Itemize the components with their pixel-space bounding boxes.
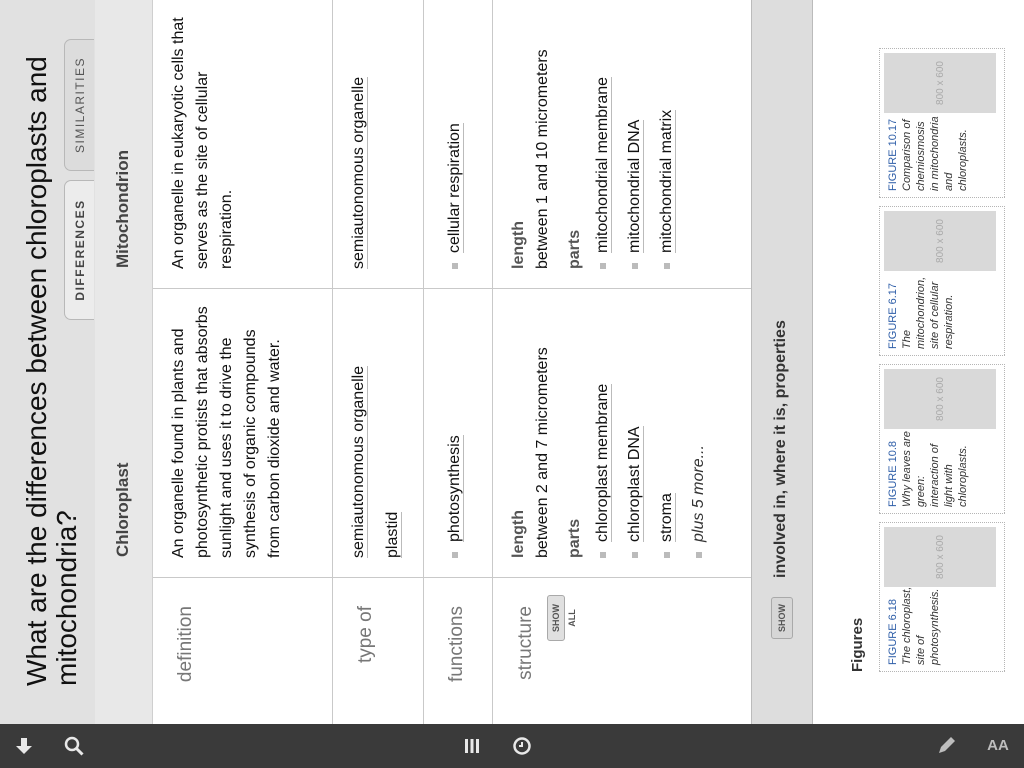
figure-link[interactable]: FIGURE 10.17 bbox=[887, 119, 899, 191]
chloroplast-parts: chloroplast membrane chloroplast DNA str… bbox=[587, 303, 715, 558]
part-link[interactable]: mitochondrial matrix bbox=[658, 109, 676, 253]
column-header-mitochondrion: Mitochondrion bbox=[95, 0, 153, 289]
list-item: chloroplast membrane bbox=[587, 303, 619, 558]
list-icon[interactable] bbox=[458, 732, 486, 760]
column-divider bbox=[153, 288, 751, 289]
list-item: mitochondrial matrix bbox=[651, 14, 683, 269]
figure-link[interactable]: FIGURE 6.17 bbox=[887, 283, 899, 349]
figure-card[interactable]: FIGURE 10.17 Comparison of chemiosmosis … bbox=[879, 48, 1005, 198]
type-link[interactable]: semiautonomous organelle bbox=[350, 76, 368, 269]
bottom-toolbar: AA bbox=[0, 724, 1024, 768]
type-link[interactable]: plastid bbox=[384, 511, 402, 558]
thumbnail-size: 800 x 600 bbox=[934, 535, 946, 579]
function-link[interactable]: cellular respiration bbox=[446, 123, 464, 253]
figure-thumbnail[interactable]: 800 x 600 bbox=[884, 53, 996, 113]
function-link[interactable]: photosynthesis bbox=[446, 435, 464, 542]
search-icon[interactable] bbox=[60, 732, 88, 760]
column-header-chloroplast: Chloroplast bbox=[95, 289, 153, 578]
mitochondrion-definition: An organelle in eukaryotic cells that se… bbox=[170, 17, 235, 269]
figure-caption-text: Why leaves are green: interaction of lig… bbox=[901, 431, 969, 507]
figure-caption: FIGURE 6.17 The mitochondrion, site of c… bbox=[886, 269, 956, 349]
figure-caption: FIGURE 10.17 Comparison of chemiosmosis … bbox=[886, 111, 970, 191]
row-label-definition: definition bbox=[175, 606, 196, 683]
list-item: cellular respiration bbox=[439, 14, 471, 269]
part-link[interactable]: chloroplast DNA bbox=[626, 426, 644, 542]
list-item: stroma bbox=[651, 303, 683, 558]
thumbnail-size: 800 x 600 bbox=[934, 377, 946, 421]
parts-label: parts bbox=[566, 229, 583, 269]
figure-link[interactable]: FIGURE 6.18 bbox=[887, 599, 899, 665]
chloroplast-functions: photosynthesis bbox=[439, 303, 471, 558]
row-label-type-of: type of bbox=[355, 606, 376, 664]
chloroplast-definition: An organelle found in plants and photosy… bbox=[170, 306, 283, 558]
type-link[interactable]: semiautonomous organelle bbox=[350, 365, 368, 558]
list-item: mitochondrial DNA bbox=[619, 14, 651, 269]
show-relations-button[interactable]: SHOW bbox=[771, 597, 793, 639]
column-header-empty bbox=[95, 578, 153, 724]
thumbnail-size: 800 x 600 bbox=[934, 61, 946, 105]
tab-differences[interactable]: DIFFERENCES bbox=[64, 180, 94, 320]
tab-similarities[interactable]: SIMILARITIES bbox=[64, 39, 94, 171]
figure-card[interactable]: FIGURE 6.17 The mitochondrion, site of c… bbox=[879, 206, 1005, 356]
figure-link[interactable]: FIGURE 10.8 bbox=[887, 441, 899, 507]
clock-icon[interactable] bbox=[508, 732, 536, 760]
figure-caption: FIGURE 10.8 Why leaves are green: intera… bbox=[886, 427, 970, 507]
list-item: mitochondrial membrane bbox=[587, 14, 619, 269]
content-area: What are the differences between chlorop… bbox=[0, 0, 1024, 724]
part-link[interactable]: chloroplast membrane bbox=[594, 383, 612, 542]
parts-label: parts bbox=[566, 518, 583, 558]
pencil-icon[interactable] bbox=[932, 732, 960, 760]
figure-card[interactable]: FIGURE 10.8 Why leaves are green: intera… bbox=[879, 364, 1005, 514]
relations-bar: SHOW involved in, where it is, propertie… bbox=[751, 0, 813, 724]
figure-caption-text: The mitochondrion, site of cellular resp… bbox=[901, 276, 955, 349]
rotated-page: What are the differences between chlorop… bbox=[0, 0, 1024, 724]
more-parts-link[interactable]: plus 5 more... bbox=[690, 445, 707, 542]
length-label: length bbox=[510, 510, 527, 558]
mitochondrion-parts: mitochondrial membrane mitochondrial DNA… bbox=[587, 14, 683, 269]
figure-caption-text: The chloroplast, site of photosynthesis. bbox=[901, 586, 941, 665]
figures-section: Figures FIGURE 6.18 The chloroplast, sit… bbox=[813, 0, 1024, 724]
part-link[interactable]: mitochondrial DNA bbox=[626, 119, 644, 253]
page-header: What are the differences between chlorop… bbox=[0, 0, 95, 724]
mitochondrion-type-of: semiautonomous organelle bbox=[347, 14, 371, 269]
thumbnail-size: 800 x 600 bbox=[934, 219, 946, 263]
mitochondrion-functions: cellular respiration bbox=[439, 14, 471, 269]
length-label: length bbox=[510, 221, 527, 269]
row-label-structure: structure bbox=[515, 606, 536, 680]
relations-text[interactable]: involved in, where it is, properties bbox=[772, 320, 790, 578]
list-item: chloroplast DNA bbox=[619, 303, 651, 558]
figure-caption: FIGURE 6.18 The chloroplast, site of pho… bbox=[886, 585, 942, 665]
chloroplast-type-of: semiautonomous organelle plastid bbox=[347, 303, 405, 558]
figure-thumbnail[interactable]: 800 x 600 bbox=[884, 369, 996, 429]
row-divider bbox=[423, 0, 424, 724]
figures-title: Figures bbox=[849, 617, 866, 672]
download-icon[interactable] bbox=[10, 732, 38, 760]
chloroplast-structure: length between 2 and 7 micrometers parts… bbox=[507, 303, 715, 558]
figure-caption-text: Comparison of chemiosmosis in mitochondr… bbox=[901, 116, 969, 191]
show-all-button[interactable]: SHOW ALL bbox=[547, 595, 577, 641]
part-link[interactable]: stroma bbox=[658, 493, 676, 542]
mitochondrion-structure: length between 1 and 10 micrometers part… bbox=[507, 14, 683, 269]
row-divider bbox=[332, 0, 333, 724]
mitochondrion-length: between 1 and 10 micrometers bbox=[534, 49, 551, 269]
row-divider bbox=[492, 0, 493, 724]
list-item: plus 5 more... bbox=[683, 303, 715, 558]
part-link[interactable]: mitochondrial membrane bbox=[594, 76, 612, 253]
comparison-table: definition An organelle found in plants … bbox=[153, 0, 751, 724]
figure-card[interactable]: FIGURE 6.18 The chloroplast, site of pho… bbox=[879, 522, 1005, 672]
font-size-icon[interactable]: AA bbox=[984, 732, 1012, 760]
chloroplast-length: between 2 and 7 micrometers bbox=[534, 347, 551, 558]
figure-thumbnail[interactable]: 800 x 600 bbox=[884, 211, 996, 271]
figure-thumbnail[interactable]: 800 x 600 bbox=[884, 527, 996, 587]
list-item: photosynthesis bbox=[439, 303, 471, 558]
row-label-functions: functions bbox=[446, 606, 467, 683]
